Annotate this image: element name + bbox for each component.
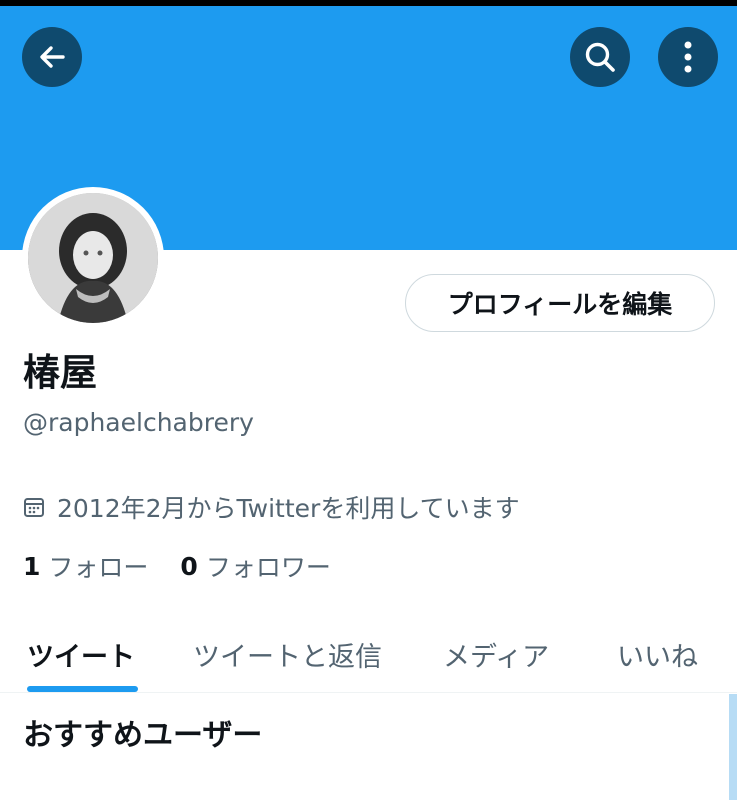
active-tab-indicator <box>27 686 138 692</box>
joined-text: 2012年2月からTwitterを利用しています <box>57 494 520 523</box>
followers-label: フォロワー <box>205 553 331 582</box>
display-name: 椿屋 <box>23 351 97 394</box>
tab-tweets[interactable]: ツイート <box>27 615 135 693</box>
profile-tabs: ツイート ツイートと返信 メディア いいね <box>0 615 737 693</box>
suggested-users-title: おすすめユーザー <box>23 718 263 753</box>
calendar-icon <box>24 498 44 517</box>
avatar[interactable] <box>22 187 164 329</box>
user-handle: @raphaelchabrery <box>23 408 254 437</box>
avatar-image <box>28 193 158 323</box>
follow-stats: 1 フォロー 0 フォロワー <box>23 548 363 584</box>
search-button[interactable] <box>570 27 630 87</box>
following-label: フォロー <box>48 553 149 582</box>
back-button[interactable] <box>22 27 82 87</box>
following-count: 1 <box>23 551 41 581</box>
more-options-button[interactable] <box>658 27 718 87</box>
scrollbar[interactable] <box>729 694 737 800</box>
tab-tweets-and-replies[interactable]: ツイートと返信 <box>193 615 382 693</box>
followers-link[interactable]: 0 フォロワー <box>180 548 330 584</box>
joined-date: 2012年2月からTwitterを利用しています <box>23 489 520 525</box>
tab-likes[interactable]: いいね <box>617 615 698 693</box>
arrow-left-icon <box>40 46 65 68</box>
followers-count: 0 <box>180 551 198 581</box>
more-vertical-icon <box>684 41 692 73</box>
tab-media[interactable]: メディア <box>443 615 549 693</box>
search-icon <box>585 42 615 72</box>
edit-profile-button[interactable]: プロフィールを編集 <box>405 274 715 332</box>
following-link[interactable]: 1 フォロー <box>23 548 148 584</box>
